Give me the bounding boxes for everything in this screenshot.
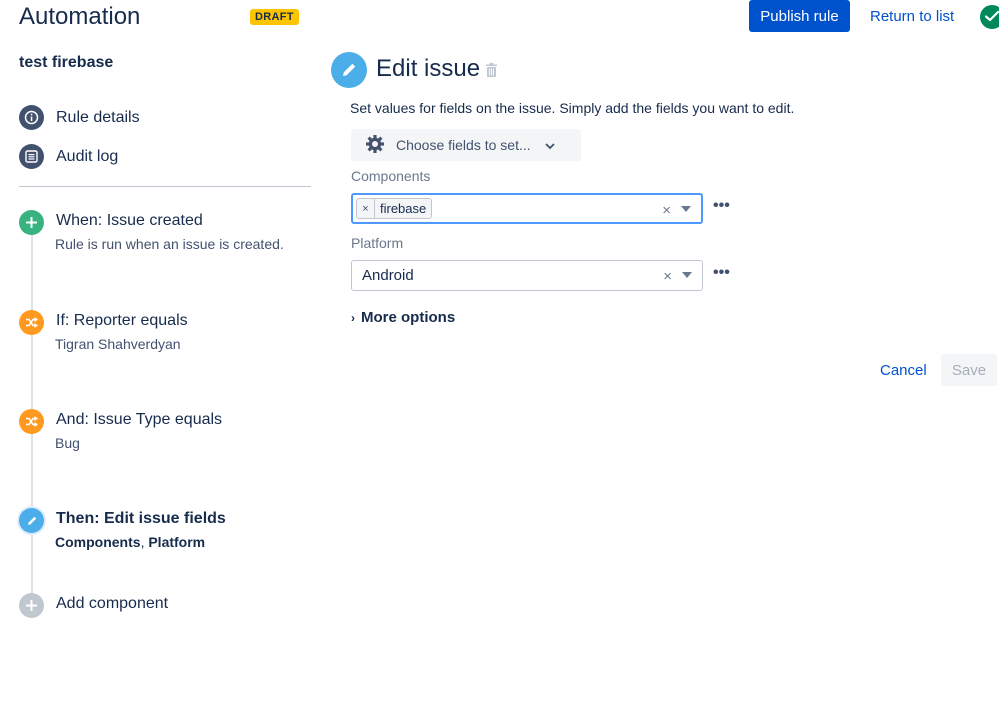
caret-down-icon[interactable] <box>682 272 692 278</box>
choose-fields-label: Choose fields to set... <box>396 137 531 153</box>
step-title: Then: Edit issue fields <box>56 510 226 527</box>
rule-details-link[interactable]: Rule details <box>19 105 140 130</box>
step-title: Add component <box>56 595 169 612</box>
draft-status-badge: DRAFT <box>250 9 299 25</box>
tag-label: firebase <box>380 201 427 216</box>
audit-log-label: Audit log <box>56 147 119 165</box>
components-more-icon[interactable]: ••• <box>713 197 730 215</box>
more-options-label: More options <box>361 309 456 326</box>
pencil-icon <box>331 52 367 88</box>
platform-select[interactable]: Android × <box>351 260 703 291</box>
shuffle-icon <box>19 310 44 335</box>
check-circle-icon <box>980 5 999 29</box>
step-field-platform: Platform <box>148 534 206 550</box>
return-to-list-link[interactable]: Return to list <box>870 8 954 25</box>
more-options-toggle[interactable]: › More options <box>351 309 455 326</box>
step-field-components: Components <box>55 534 141 550</box>
plus-icon <box>19 593 44 618</box>
list-icon <box>19 144 44 169</box>
step-subtitle: Bug <box>55 435 80 451</box>
audit-log-link[interactable]: Audit log <box>19 144 118 169</box>
app-title: Automation <box>19 3 141 30</box>
step-title: When: Issue created <box>56 212 203 229</box>
rule-name: test firebase <box>19 54 114 71</box>
chevron-down-icon <box>545 137 555 153</box>
panel-title: Edit issue <box>376 55 481 82</box>
step-subtitle: Tigran Shahverdyan <box>55 336 181 352</box>
platform-value: Android <box>362 267 414 284</box>
remove-tag-icon[interactable]: × <box>357 199 375 218</box>
rule-details-label: Rule details <box>56 108 140 126</box>
clear-icon[interactable]: × <box>663 268 672 285</box>
chevron-right-icon: › <box>351 310 355 325</box>
step-subtitle: Components, Platform <box>55 534 205 550</box>
info-icon <box>19 105 44 130</box>
platform-more-icon[interactable]: ••• <box>713 264 730 282</box>
platform-label: Platform <box>351 235 404 251</box>
components-label: Components <box>351 168 431 184</box>
cancel-button[interactable]: Cancel <box>880 362 927 379</box>
shuffle-icon <box>19 409 44 434</box>
plus-icon <box>19 210 44 235</box>
components-select[interactable]: × firebase × <box>351 193 703 224</box>
step-title: If: Reporter equals <box>56 312 188 329</box>
pencil-icon <box>19 508 44 533</box>
panel-description: Set values for fields on the issue. Simp… <box>350 100 795 116</box>
gear-icon <box>365 134 385 157</box>
trash-icon[interactable] <box>486 63 497 82</box>
choose-fields-dropdown[interactable]: Choose fields to set... <box>351 129 581 161</box>
save-button[interactable]: Save <box>941 354 997 386</box>
publish-rule-button[interactable]: Publish rule <box>749 0 850 32</box>
component-tag: × firebase <box>356 198 433 219</box>
caret-down-icon[interactable] <box>681 206 691 212</box>
sidebar-divider <box>19 186 311 187</box>
clear-icon[interactable]: × <box>662 202 671 219</box>
step-subtitle: Rule is run when an issue is created. <box>55 236 284 252</box>
step-title: And: Issue Type equals <box>56 411 223 428</box>
